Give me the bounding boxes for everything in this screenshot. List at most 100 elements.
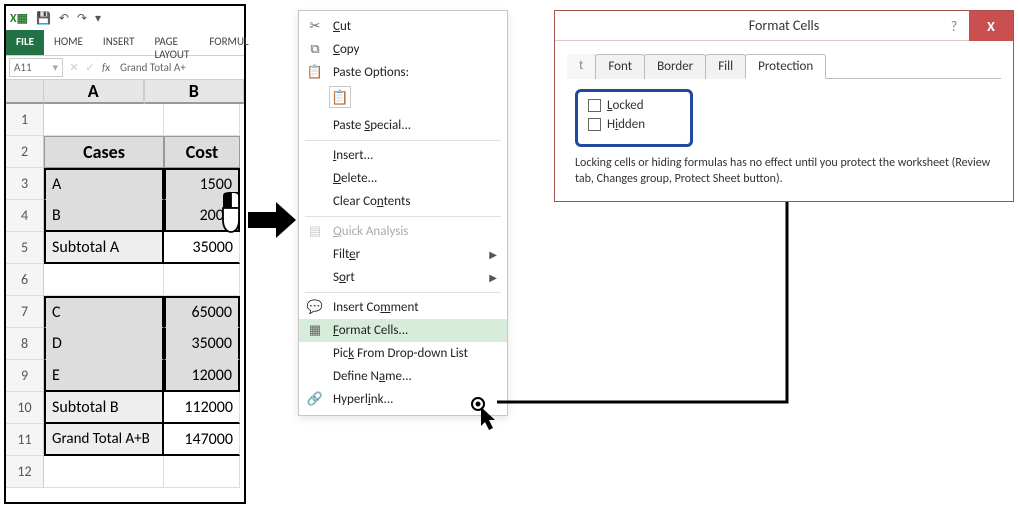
excel-icon: X▦ (10, 11, 28, 26)
excel-window: X▦ 💾 ↶ ↷ ▾ FILE HOME INSERT PAGE LAYOUT … (4, 4, 246, 504)
row-header[interactable]: 4 (6, 200, 44, 232)
row-header[interactable]: 11 (6, 424, 44, 456)
format-cells-icon: ▦ (307, 323, 323, 338)
checkbox-hidden[interactable]: Hidden (588, 117, 680, 132)
tab-border[interactable]: Border (644, 54, 706, 79)
tab-insert[interactable]: INSERT (93, 30, 145, 55)
cell[interactable]: E (44, 360, 164, 392)
context-menu: ✂Cut ⧉Copy 📋Paste Options: 📋 Paste Speci… (298, 10, 508, 416)
cell[interactable]: B (44, 200, 164, 232)
select-all-corner[interactable] (6, 80, 44, 104)
cell[interactable]: A (44, 168, 164, 200)
highlight-box: Locked Hidden (575, 89, 693, 147)
fx-icon[interactable]: fx (98, 61, 114, 74)
row-header[interactable]: 6 (6, 264, 44, 296)
save-icon[interactable]: 💾 (36, 11, 51, 26)
undo-icon[interactable]: ↶ (59, 11, 69, 26)
row-header[interactable]: 3 (6, 168, 44, 200)
mouse-right-click-icon (215, 192, 251, 236)
cell[interactable] (44, 456, 164, 488)
cell[interactable] (44, 264, 164, 296)
dialog-tabs: t Font Border Fill Protection (567, 53, 1001, 79)
menu-clear-contents[interactable]: Clear Contents (299, 190, 507, 213)
tab-page-layout[interactable]: PAGE LAYOUT (144, 30, 199, 55)
menu-paste-options-label: 📋Paste Options: (299, 61, 507, 84)
cell-subtotal-b[interactable]: Subtotal B (44, 392, 164, 424)
cell[interactable]: D (44, 328, 164, 360)
tab-font[interactable]: Font (595, 54, 645, 79)
menu-delete[interactable]: Delete... (299, 167, 507, 190)
tab-partial[interactable]: t (567, 54, 596, 79)
menu-cut[interactable]: ✂Cut (299, 15, 507, 38)
row-header[interactable]: 5 (6, 232, 44, 264)
cut-icon: ✂ (307, 19, 323, 34)
menu-pick-from-list[interactable]: Pick From Drop-down List (299, 342, 507, 365)
cell[interactable] (164, 456, 240, 488)
quick-access-toolbar: X▦ 💾 ↶ ↷ ▾ (6, 6, 244, 30)
cell[interactable]: 35000 (164, 328, 240, 360)
help-button[interactable]: ? (939, 11, 969, 41)
cell[interactable] (44, 104, 164, 136)
worksheet[interactable]: 1 2 3 4 5 6 7 8 9 10 11 12 A B Cases Cos… (6, 80, 244, 488)
menu-quick-analysis: ▤Quick Analysis (299, 220, 507, 243)
cell-subtotal-a[interactable]: Subtotal A (44, 232, 164, 264)
comment-icon: 💬 (307, 300, 323, 315)
tab-home[interactable]: HOME (44, 30, 93, 55)
checkbox-icon (588, 99, 601, 112)
column-header-a[interactable]: A (44, 80, 145, 104)
connector-line (497, 180, 797, 410)
name-box[interactable]: A11 ▾ (9, 58, 63, 77)
cell-grand-total[interactable]: Grand Total A+B (44, 424, 164, 456)
menu-format-cells[interactable]: ▦Format Cells... (299, 319, 507, 342)
menu-paste-special[interactable]: Paste Special... (299, 114, 507, 137)
enter-icon[interactable]: ✓ (82, 61, 98, 74)
menu-insert[interactable]: Insert... (299, 144, 507, 167)
cancel-icon[interactable]: ✕ (66, 61, 82, 74)
row-header[interactable]: 2 (6, 136, 44, 168)
ribbon-tabs: FILE HOME INSERT PAGE LAYOUT FORMUL (6, 30, 244, 56)
row-header[interactable]: 12 (6, 456, 44, 488)
cell[interactable]: 35000 (164, 232, 240, 264)
row-header[interactable]: 7 (6, 296, 44, 328)
menu-copy[interactable]: ⧉Copy (299, 38, 507, 61)
tab-formulas[interactable]: FORMUL (199, 30, 258, 55)
row-header[interactable]: 1 (6, 104, 44, 136)
menu-sort[interactable]: Sort▶ (299, 266, 507, 289)
qat-more-icon[interactable]: ▾ (95, 11, 101, 26)
cell-header-cost[interactable]: Cost (164, 136, 240, 168)
clipboard-icon: 📋 (307, 65, 323, 80)
row-header[interactable]: 8 (6, 328, 44, 360)
row-header[interactable]: 10 (6, 392, 44, 424)
cell[interactable]: 147000 (164, 424, 240, 456)
name-box-value: A11 (14, 61, 32, 74)
tab-fill[interactable]: Fill (705, 54, 746, 79)
arrow-icon (248, 200, 296, 240)
quick-analysis-icon: ▤ (307, 224, 323, 239)
checkbox-locked[interactable]: Locked (588, 98, 680, 113)
info-text: Locking cells or hiding formulas has no … (575, 155, 993, 187)
dialog-title: Format Cells (749, 17, 819, 34)
row-header[interactable]: 9 (6, 360, 44, 392)
submenu-arrow-icon: ▶ (489, 271, 497, 284)
cell-header-cases[interactable]: Cases (44, 136, 164, 168)
menu-filter[interactable]: Filter▶ (299, 243, 507, 266)
close-button[interactable]: X (969, 11, 1013, 41)
name-box-dropdown-icon[interactable]: ▾ (52, 61, 58, 74)
cell[interactable]: 112000 (164, 392, 240, 424)
cell[interactable] (164, 264, 240, 296)
cell[interactable]: C (44, 296, 164, 328)
checkbox-icon (588, 118, 601, 131)
tab-protection[interactable]: Protection (745, 54, 826, 79)
paste-icon[interactable]: 📋 (329, 86, 351, 108)
formula-value[interactable]: Grand Total A+ (114, 61, 186, 74)
column-header-b[interactable]: B (145, 80, 245, 104)
cell[interactable]: 65000 (164, 296, 240, 328)
cell[interactable] (164, 104, 240, 136)
menu-insert-comment[interactable]: 💬Insert Comment (299, 296, 507, 319)
format-cells-dialog: Format Cells ? X t Font Border Fill Prot… (554, 10, 1014, 202)
redo-icon[interactable]: ↷ (77, 11, 87, 26)
tab-file[interactable]: FILE (6, 30, 44, 55)
cell[interactable]: 12000 (164, 360, 240, 392)
formula-bar: A11 ▾ ✕ ✓ fx Grand Total A+ (6, 56, 244, 80)
menu-define-name[interactable]: Define Name... (299, 365, 507, 388)
